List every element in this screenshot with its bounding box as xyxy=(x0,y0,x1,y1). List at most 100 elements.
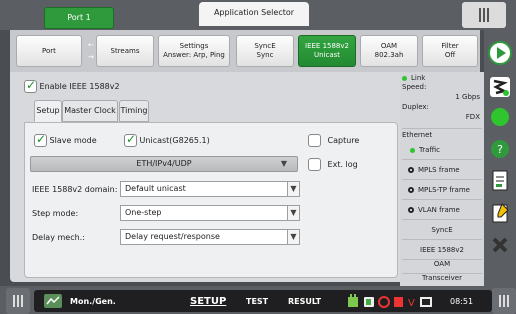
grip-icon xyxy=(13,295,23,307)
mpls-tp-label: MPLS-TP frame xyxy=(418,186,470,194)
discover-button[interactable] xyxy=(486,74,514,100)
application-selector-button[interactable]: Application Selector xyxy=(199,2,309,26)
step-mode-label: Step mode: xyxy=(32,209,79,218)
tab-synce-sublabel: Sync xyxy=(256,51,274,59)
domain-select[interactable]: Default unicast ▼ xyxy=(120,181,300,197)
mpls-tp-dot-icon xyxy=(408,187,414,193)
synce-status: SyncE xyxy=(402,220,482,240)
slave-mode-label: Slave mode xyxy=(49,136,97,145)
setup-nav-button[interactable]: SETUP xyxy=(190,296,226,307)
subtab-setup-label: Setup xyxy=(36,106,60,115)
traffic-label: Traffic xyxy=(419,146,441,154)
delay-mech-value: Delay request/response xyxy=(125,232,220,241)
report-button[interactable] xyxy=(486,168,514,194)
chevron-down-icon: ▼ xyxy=(287,230,299,244)
green-status-icon xyxy=(491,108,509,126)
tab-row: Port ← → Streams Settings Answer: Arp, Pin… xyxy=(10,30,480,72)
domain-label: IEEE 1588v2 domain: xyxy=(32,185,118,194)
tab-streams[interactable]: Streams xyxy=(96,35,154,67)
left-grip-button[interactable] xyxy=(6,288,30,314)
mode-label[interactable]: Mon./Gen. xyxy=(70,297,116,306)
tab-synce[interactable]: SyncE Sync xyxy=(236,35,294,67)
svg-text:?: ? xyxy=(497,143,503,156)
ext-log-checkbox[interactable] xyxy=(308,158,321,171)
unicast-row[interactable]: Unicast(G8265.1) xyxy=(124,132,210,147)
warning-icon xyxy=(394,297,403,307)
close-icon xyxy=(492,237,508,253)
close-button[interactable] xyxy=(486,232,514,258)
tab-filter-sublabel: Off xyxy=(444,51,456,59)
tab-streams-label: Streams xyxy=(110,46,140,55)
delay-mech-select[interactable]: Delay request/response ▼ xyxy=(120,229,300,245)
subtab-setup[interactable]: Setup xyxy=(34,100,62,122)
discover-icon xyxy=(490,77,510,97)
enable-ieee-row[interactable]: Enable IEEE 1588v2 xyxy=(24,78,120,93)
tab-port-label: Port xyxy=(42,46,56,55)
duplex-label: Duplex: xyxy=(402,103,429,111)
slave-mode-checkbox[interactable] xyxy=(34,132,47,147)
step-mode-select[interactable]: One-step ▼ xyxy=(120,205,300,221)
start-button[interactable] xyxy=(486,40,514,66)
tab-oam-sublabel: 802.3ah xyxy=(374,51,404,59)
tab-oam[interactable]: OAM 802.3ah xyxy=(360,35,418,67)
menu-grip-button[interactable] xyxy=(462,2,506,28)
transceiver-status: Transceiver xyxy=(422,274,462,282)
status-panel: Link Speed: 1 Gbps Duplex: FDX Ethernet … xyxy=(400,72,484,286)
link-dot-icon xyxy=(402,75,407,81)
tab-settings-label: Settings xyxy=(179,42,209,50)
tab-filter[interactable]: Filter Off xyxy=(422,35,478,67)
enable-ieee-label: Enable IEEE 1588v2 xyxy=(39,82,120,91)
ext-log-label: Ext. log xyxy=(327,160,358,169)
capture-row[interactable]: Capture xyxy=(308,134,359,147)
enable-ieee-checkbox[interactable] xyxy=(24,78,37,93)
tab-ieee-sublabel: Unicast xyxy=(313,51,341,59)
step-mode-value: One-step xyxy=(125,208,162,217)
tab-port[interactable]: Port xyxy=(16,35,82,67)
encapsulation-dropdown[interactable]: ETH/IPv4/UDP ▼ xyxy=(30,156,298,172)
subtab-timing[interactable]: Timing xyxy=(119,100,149,122)
status-icons: V xyxy=(348,294,448,312)
help-icon: ? xyxy=(491,140,509,158)
capture-checkbox[interactable] xyxy=(308,134,321,147)
edit-button[interactable] xyxy=(486,200,514,226)
mpls-label: MPLS frame xyxy=(418,166,460,174)
ext-log-row[interactable]: Ext. log xyxy=(308,158,358,171)
test-nav-button[interactable]: TEST xyxy=(246,297,268,306)
vlan-status: VLAN frame xyxy=(402,200,482,220)
mpls-dot-icon xyxy=(408,167,414,173)
unicast-checkbox[interactable] xyxy=(124,132,137,147)
subtab-master-clock-label: Master Clock xyxy=(64,106,116,115)
tab-ieee-1588v2[interactable]: IEEE 1588v2 Unicast xyxy=(298,35,356,67)
duplex-value: FDX xyxy=(465,113,480,121)
speed-value: 1 Gbps xyxy=(455,93,480,101)
tab-synce-label: SyncE xyxy=(254,42,276,50)
tab-settings-sublabel: Answer: Arp, Ping xyxy=(163,51,225,59)
tab-filter-label: Filter xyxy=(441,42,459,50)
result-nav-button[interactable]: RESULT xyxy=(288,297,321,306)
link-arrows-icon: ← → xyxy=(88,41,94,61)
right-grip-button[interactable] xyxy=(492,288,516,314)
chevron-down-icon: ▼ xyxy=(280,159,287,168)
grip-icon xyxy=(479,8,489,22)
traffic-dot-icon xyxy=(410,147,415,153)
monitor-icon xyxy=(420,297,432,307)
tab-settings[interactable]: Settings Answer: Arp, Ping xyxy=(158,35,230,67)
slave-mode-row[interactable]: Slave mode xyxy=(34,132,97,147)
ethernet-label: Ethernet xyxy=(402,128,482,139)
capture-label: Capture xyxy=(327,136,360,145)
help-button[interactable]: ? xyxy=(486,136,514,162)
link-label: Link xyxy=(411,74,426,82)
encapsulation-value: ETH/IPv4/UDP xyxy=(136,159,192,168)
speed-label: Speed: xyxy=(402,83,427,91)
status-indicator xyxy=(486,104,514,130)
subtab-timing-label: Timing xyxy=(120,106,148,115)
tab-oam-label: OAM xyxy=(380,42,398,50)
power-plug-icon xyxy=(348,294,358,307)
subtab-master-clock[interactable]: Master Clock xyxy=(62,100,118,122)
voltage-icon: V xyxy=(408,298,415,309)
tab-ieee-label: IEEE 1588v2 xyxy=(305,42,349,50)
port-tab[interactable]: Port 1 xyxy=(44,7,114,29)
svg-text:V: V xyxy=(408,298,415,309)
clock-time: 08:51 xyxy=(450,297,474,306)
edit-icon xyxy=(492,203,509,223)
